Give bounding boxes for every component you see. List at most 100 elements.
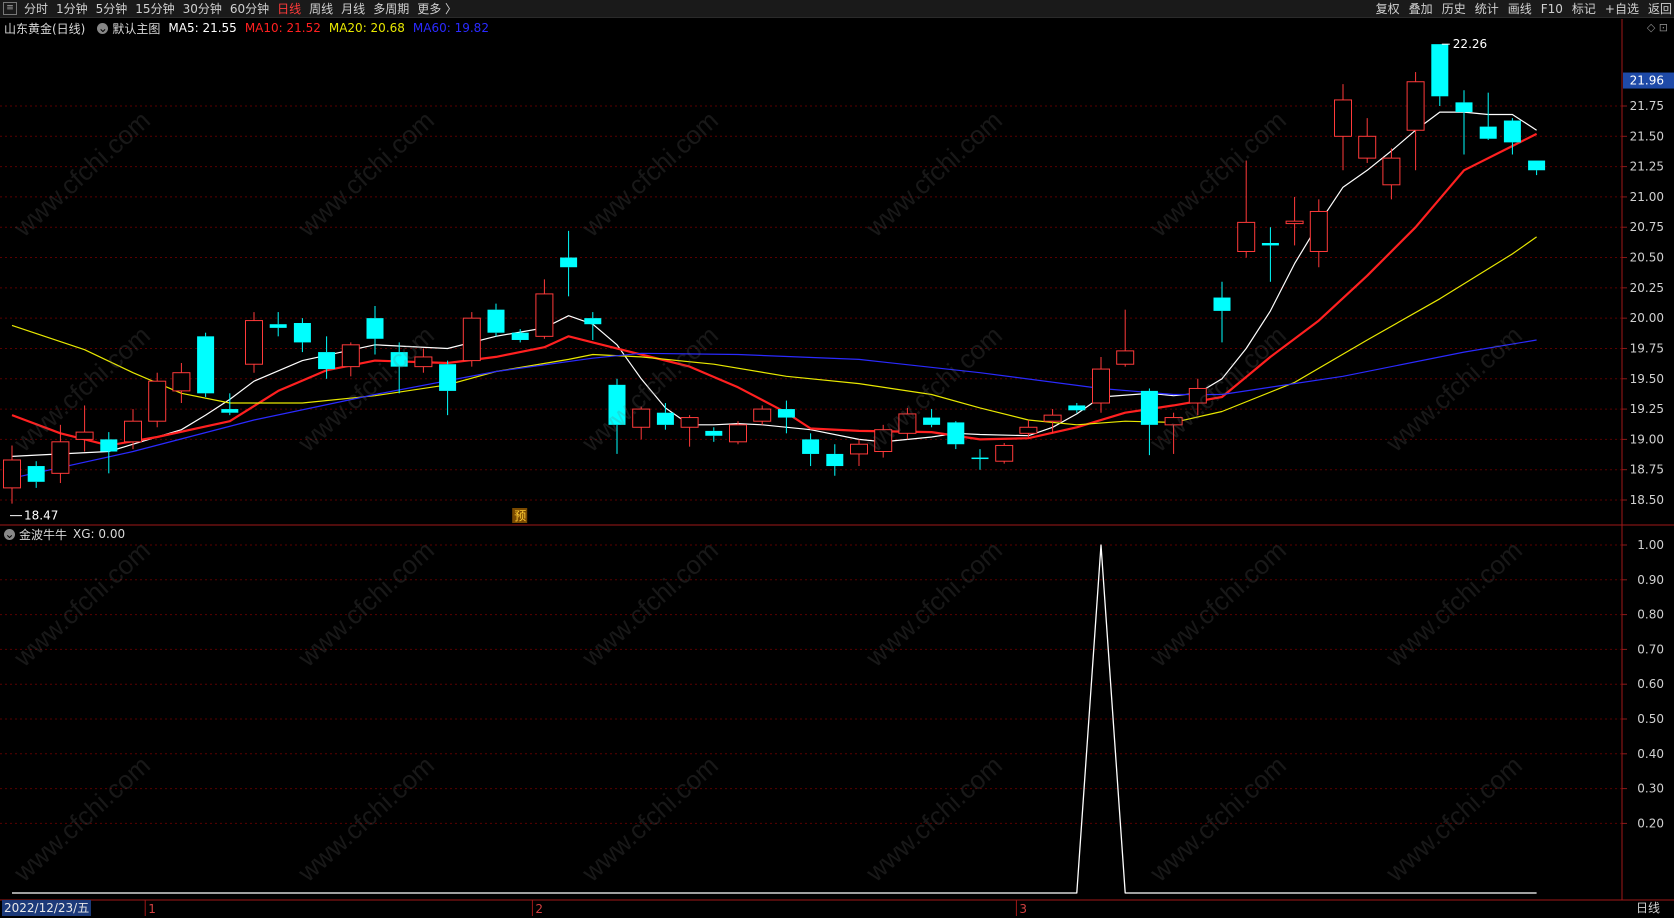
indicator-tick-label: 0.30 <box>1637 782 1664 796</box>
candle-body <box>197 336 215 394</box>
candle <box>439 360 457 416</box>
candle <box>293 318 311 353</box>
indicator-tick-label: 0.60 <box>1637 677 1664 691</box>
chart[interactable]: 18.50 18.75 19.00 19.25 19.50 19.75 20.00 20.25… <box>0 0 1674 918</box>
candle <box>584 312 602 340</box>
candle <box>1213 281 1231 343</box>
candle-body <box>1140 390 1158 425</box>
candle-body <box>777 409 795 418</box>
candle-body <box>1188 387 1207 404</box>
candle-body <box>390 352 408 367</box>
candle <box>100 432 118 474</box>
candle-body <box>221 409 239 413</box>
candle <box>632 406 651 440</box>
candle <box>1285 196 1304 246</box>
candle-body <box>1528 160 1546 171</box>
price-tick-label: 20.25 <box>1630 281 1664 295</box>
annotations: 22.26 18.47 预 <box>10 37 1487 523</box>
candle-body <box>1285 220 1304 225</box>
candle-body <box>898 413 917 434</box>
candle-body <box>1503 120 1521 143</box>
price-tick-label: 21.00 <box>1630 190 1664 204</box>
chevron-down-icon[interactable]: ⌄ <box>97 22 109 34</box>
ma5-line <box>11 111 1537 457</box>
candle <box>1309 199 1328 268</box>
candle-body <box>487 309 505 333</box>
ma5-label: MA5: 21.55 <box>168 21 237 35</box>
ma20-line <box>11 236 1537 426</box>
candle-body <box>172 372 191 392</box>
candle <box>1406 72 1425 171</box>
indicator-value: XG: 0.00 <box>73 527 126 541</box>
candle-body <box>1237 221 1256 252</box>
candle-body <box>608 384 626 425</box>
candle-body <box>656 412 674 425</box>
ma10-label: MA10: 21.52 <box>244 21 321 35</box>
candle-body <box>560 257 578 268</box>
candle-body <box>341 344 360 368</box>
candle <box>680 415 699 447</box>
candle-body <box>1334 99 1352 137</box>
candle-body <box>632 408 651 428</box>
candle-body <box>1019 426 1038 434</box>
indicator-tick-label: 0.80 <box>1637 608 1664 622</box>
candle-body <box>414 356 433 368</box>
candle-body <box>826 453 844 467</box>
chevron-down-icon[interactable]: ⌄ <box>4 528 15 540</box>
candle <box>390 342 408 394</box>
candle <box>874 424 893 458</box>
candle-body <box>850 443 868 455</box>
candle <box>1092 356 1110 413</box>
candle <box>75 405 94 452</box>
candle-body <box>1068 405 1086 411</box>
candle-body <box>705 430 723 436</box>
candle-body <box>1455 102 1473 113</box>
price-tick-label: 19.75 <box>1630 341 1664 355</box>
indicator-info-bar: ⌄ 金波牛牛 XG: 0.00 <box>0 525 131 543</box>
candle-body <box>1382 157 1401 186</box>
candle-body <box>3 459 21 489</box>
candle <box>1188 378 1207 416</box>
candle <box>560 230 578 297</box>
candle-body <box>1261 242 1279 246</box>
frame: 1 2 3 <box>0 19 1674 916</box>
candle-body <box>269 324 287 328</box>
candle <box>245 312 263 373</box>
candle <box>1358 118 1377 163</box>
panel-controls-icon[interactable]: ◇ ⊡ <box>1647 21 1668 34</box>
month-label: 3 <box>1019 902 1027 916</box>
candle-body <box>366 318 384 339</box>
candle <box>705 427 723 442</box>
price-tick-label: 20.50 <box>1630 251 1664 265</box>
month-label: 2 <box>535 902 543 916</box>
candle-body <box>462 317 481 362</box>
candle-body <box>293 323 311 343</box>
price-tick-label: 20.75 <box>1630 220 1664 234</box>
price-tick-label: 18.50 <box>1630 493 1664 507</box>
candle-body <box>971 457 989 460</box>
forecast-marker-label: 预 <box>514 509 526 523</box>
candle-body <box>802 439 820 454</box>
indicator-name[interactable]: 金波牛牛 <box>19 526 67 543</box>
candle <box>1068 403 1086 413</box>
candle <box>172 363 191 404</box>
main-template[interactable]: 默认主图 <box>112 20 160 37</box>
indicator-tick-label: 0.20 <box>1637 816 1664 830</box>
candles[interactable] <box>3 44 1546 504</box>
low-label: 18.47 <box>24 509 58 523</box>
candle-body <box>947 422 965 445</box>
indicator-tick-label: 0.90 <box>1637 573 1664 587</box>
candle <box>1528 160 1546 176</box>
candle <box>947 421 965 450</box>
candle <box>971 449 989 470</box>
candle <box>802 433 820 467</box>
candle <box>656 403 674 430</box>
candle <box>269 312 287 337</box>
candle <box>366 306 384 355</box>
price-axis: 18.50 18.75 19.00 19.25 19.50 19.75 20.00 20.25… <box>1622 72 1674 830</box>
candle <box>1479 92 1497 140</box>
candle-body <box>27 466 45 482</box>
candle-body <box>584 318 602 325</box>
date-badge: 2022/12/23/五 <box>2 900 92 916</box>
candle-body <box>511 332 529 340</box>
